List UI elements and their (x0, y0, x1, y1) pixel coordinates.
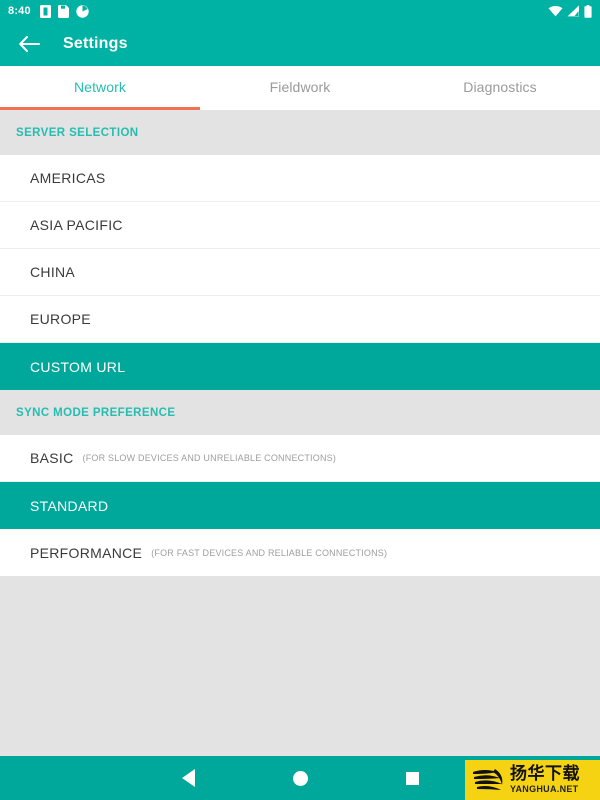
page-title: Settings (63, 35, 128, 52)
watermark-logo-icon (473, 769, 503, 790)
list-item-hint: (FOR SLOW DEVICES AND UNRELIABLE CONNECT… (82, 453, 337, 463)
list-item-asia-pacific[interactable]: ASIA PACIFIC (0, 202, 600, 249)
wifi-icon (548, 6, 563, 17)
nav-home-icon[interactable] (292, 770, 308, 786)
app-bar: Settings (0, 22, 600, 66)
list-item-americas[interactable]: AMERICAS (0, 155, 600, 202)
server-selection-list: AMERICAS ASIA PACIFIC CHINA EUROPE CUSTO… (0, 155, 600, 390)
status-left-icons (39, 4, 89, 18)
list-item-label: ASIA PACIFIC (30, 217, 123, 233)
list-item-china[interactable]: CHINA (0, 249, 600, 296)
sync-mode-list: BASIC (FOR SLOW DEVICES AND UNRELIABLE C… (0, 435, 600, 576)
tab-fieldwork[interactable]: Fieldwork (200, 66, 400, 110)
battery-icon (584, 4, 592, 18)
settings-content: SERVER SELECTION AMERICAS ASIA PACIFIC C… (0, 110, 600, 756)
list-item-label: STANDARD (30, 497, 109, 514)
list-item-label: CUSTOM URL (30, 358, 126, 375)
list-item-performance[interactable]: PERFORMANCE (FOR FAST DEVICES AND RELIAB… (0, 529, 600, 576)
watermark-overlay: 扬华下载 YANGHUA.NET (465, 760, 600, 800)
back-arrow-icon[interactable] (16, 31, 42, 57)
status-right-icons (548, 4, 592, 18)
list-item-label: PERFORMANCE (30, 544, 143, 561)
status-time: 8:40 (8, 4, 31, 17)
section-header-sync-mode-preference: SYNC MODE PREFERENCE (0, 390, 600, 435)
list-item-custom-url[interactable]: CUSTOM URL (0, 343, 600, 390)
tab-diagnostics[interactable]: Diagnostics (400, 66, 600, 110)
section-header-server-selection: SERVER SELECTION (0, 110, 600, 155)
status-bar: 8:40 (0, 0, 600, 22)
nav-back-icon[interactable] (181, 769, 195, 787)
list-item-europe[interactable]: EUROPE (0, 296, 600, 343)
tab-bar: Network Fieldwork Diagnostics (0, 66, 600, 110)
list-item-standard[interactable]: STANDARD (0, 482, 600, 529)
tab-network-label: Network (73, 78, 127, 95)
list-item-label: EUROPE (30, 311, 91, 327)
signal-icon (567, 5, 579, 17)
watermark-cn-label: 扬华下载 (510, 764, 580, 784)
list-item-label: AMERICAS (30, 170, 106, 186)
list-item-hint: (FOR FAST DEVICES AND RELIABLE CONNECTIO… (151, 547, 388, 558)
empty-area (0, 576, 600, 756)
active-tab-indicator (0, 107, 200, 110)
sd-card-icon (39, 4, 51, 18)
tab-diagnostics-label: Diagnostics (463, 78, 537, 95)
watermark-text: 扬华下载 YANGHUA.NET (510, 766, 580, 794)
watermark-en-label: YANGHUA.NET (510, 784, 579, 794)
app-screen: 8:40 Settings Network Fieldwork Diagnost… (0, 0, 600, 800)
tab-network[interactable]: Network (0, 66, 200, 110)
nav-recents-icon[interactable] (405, 771, 419, 785)
tab-fieldwork-label: Fieldwork (269, 78, 331, 95)
save-icon (57, 4, 69, 18)
list-item-label: CHINA (30, 264, 76, 280)
pie-chart-icon (76, 4, 89, 18)
list-item-label: BASIC (30, 450, 74, 466)
list-item-basic[interactable]: BASIC (FOR SLOW DEVICES AND UNRELIABLE C… (0, 435, 600, 482)
